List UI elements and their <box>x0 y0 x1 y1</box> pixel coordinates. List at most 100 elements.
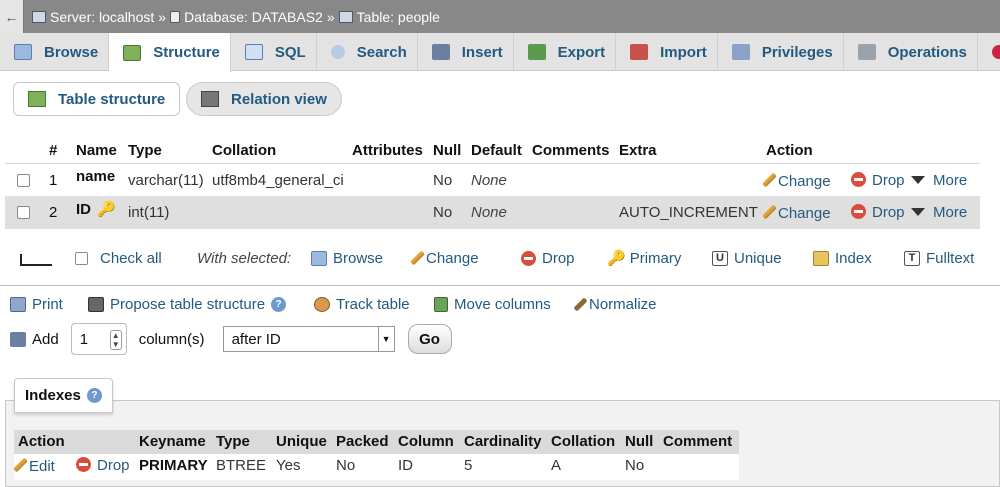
tab-label: Operations <box>887 43 967 61</box>
tab-more[interactable] <box>978 33 1000 71</box>
change-button[interactable]: Change <box>762 204 831 222</box>
breadcrumb: ← Server: localhost » Database: DATABAS2… <box>0 0 1000 33</box>
index-column: ID <box>398 457 413 474</box>
index-col-header: Action <box>18 433 65 450</box>
normalize-link[interactable]: Normalize <box>573 293 657 315</box>
tab-privileges[interactable]: Privileges <box>718 33 844 71</box>
index-keyname: PRIMARY <box>139 457 208 474</box>
index-unique: Yes <box>276 457 301 474</box>
row-checkbox[interactable] <box>17 206 30 223</box>
more-tab-icon <box>991 45 1000 59</box>
propose-icon <box>88 296 104 312</box>
bulk-browse-button[interactable]: Browse <box>311 246 383 270</box>
go-button[interactable]: Go <box>407 324 452 354</box>
more-dropdown[interactable]: More <box>911 172 967 189</box>
move-columns-icon <box>434 296 448 312</box>
help-icon[interactable]: ? <box>271 296 287 312</box>
column-default: None <box>471 172 507 189</box>
tab-label: SQL <box>274 43 306 61</box>
column-default: None <box>471 204 507 221</box>
col-header[interactable]: Default <box>471 142 522 159</box>
col-header[interactable]: Null <box>433 142 461 159</box>
fulltext-icon: T <box>904 250 920 266</box>
bulk-index-button[interactable]: Index <box>813 246 872 270</box>
index-cardinality: 5 <box>464 457 473 474</box>
breadcrumb-database[interactable]: Database: DATABAS2 <box>184 9 323 25</box>
triangle-down-icon <box>911 176 925 184</box>
stepper-icon[interactable]: ▲ ▼ <box>109 330 122 350</box>
tab-structure[interactable]: Structure <box>109 33 231 72</box>
columns-label: column(s) <box>138 330 205 348</box>
breadcrumb-server[interactable]: Server: localhost <box>50 9 154 25</box>
drop-button[interactable]: Drop <box>851 172 905 189</box>
wand-icon <box>573 296 588 312</box>
change-button[interactable]: Change <box>762 172 831 190</box>
check-all-label[interactable]: Check all <box>100 250 162 267</box>
bulk-unique-button[interactable]: U Unique <box>712 246 782 270</box>
browse-icon <box>14 44 32 60</box>
index-edit-button[interactable]: Edit <box>13 457 55 475</box>
database-icon <box>170 10 181 23</box>
print-link[interactable]: Print <box>10 293 63 315</box>
col-header[interactable]: Extra <box>619 142 657 159</box>
add-column-icon <box>10 331 26 347</box>
tab-search[interactable]: Search <box>317 33 418 71</box>
tab-import[interactable]: Import <box>616 33 718 71</box>
row-checkbox[interactable] <box>17 174 30 191</box>
drop-icon <box>76 457 91 472</box>
back-arrow-icon[interactable]: ← <box>0 0 24 33</box>
pencil-icon <box>13 457 28 473</box>
col-header[interactable]: Comments <box>532 142 610 159</box>
dropdown-arrow-icon: ▼ <box>377 327 394 351</box>
col-header[interactable]: Type <box>128 142 162 159</box>
index-row: Edit Drop PRIMARY BTREE Yes No ID 5 A No <box>13 454 739 480</box>
position-select[interactable]: after ID ▼ <box>222 326 395 352</box>
indexes-title: Indexes ? <box>14 378 113 413</box>
bulk-drop-button[interactable]: Drop <box>521 246 575 270</box>
drop-icon <box>521 250 536 266</box>
move-columns-link[interactable]: Move columns <box>434 293 551 315</box>
index-collation: A <box>551 457 562 474</box>
privileges-icon <box>731 44 750 60</box>
tab-sql[interactable]: SQL <box>231 33 317 71</box>
row-number: 1 <box>49 172 58 189</box>
tab-label: Export <box>557 43 606 61</box>
bulk-fulltext-button[interactable]: T Fulltext <box>904 246 974 270</box>
help-icon[interactable]: ? <box>86 388 102 403</box>
tab-browse[interactable]: Browse <box>0 33 110 71</box>
main-tabs: Browse Structure SQL Search Insert Expor… <box>0 33 1000 72</box>
index-col-header: Column <box>398 433 454 450</box>
bulk-change-button[interactable]: Change <box>410 246 479 270</box>
tab-operations[interactable]: Operations <box>844 33 978 71</box>
row-number: 2 <box>49 204 58 221</box>
column-count-input[interactable]: 1 ▲ ▼ <box>70 323 127 355</box>
tab-label: Structure <box>153 44 220 61</box>
pencil-icon <box>410 250 425 266</box>
server-icon <box>32 10 46 23</box>
pencil-icon <box>762 172 777 188</box>
col-header[interactable]: Collation <box>212 142 276 159</box>
tab-export[interactable]: Export <box>514 33 617 71</box>
index-drop-button[interactable]: Drop <box>76 457 130 474</box>
import-icon <box>630 44 649 60</box>
index-col-header: Collation <box>551 433 616 450</box>
col-header[interactable]: Name <box>76 142 117 159</box>
relation-icon <box>201 91 219 107</box>
breadcrumb-table[interactable]: Table: people <box>357 9 440 25</box>
check-all[interactable]: Check all <box>75 246 162 270</box>
col-header: # <box>49 142 58 159</box>
col-header[interactable]: Attributes <box>352 142 423 159</box>
table-row: 1 name varchar(11) utf8mb4_general_ci No… <box>5 164 980 196</box>
check-all-checkbox[interactable] <box>75 251 88 265</box>
subtab-table-structure[interactable]: Table structure <box>13 82 181 116</box>
more-dropdown[interactable]: More <box>911 204 967 221</box>
drop-button[interactable]: Drop <box>851 204 905 221</box>
subtab-relation-view[interactable]: Relation view <box>186 82 342 116</box>
bulk-primary-button[interactable]: 🔑 Primary <box>607 246 681 270</box>
track-table-link[interactable]: Track table <box>314 293 410 315</box>
add-label: Add <box>32 330 59 348</box>
propose-structure-link[interactable]: Propose table structure? <box>88 293 287 315</box>
tab-insert[interactable]: Insert <box>418 33 514 71</box>
tab-label: Privileges <box>761 43 833 61</box>
index-col-header: Type <box>216 433 250 450</box>
